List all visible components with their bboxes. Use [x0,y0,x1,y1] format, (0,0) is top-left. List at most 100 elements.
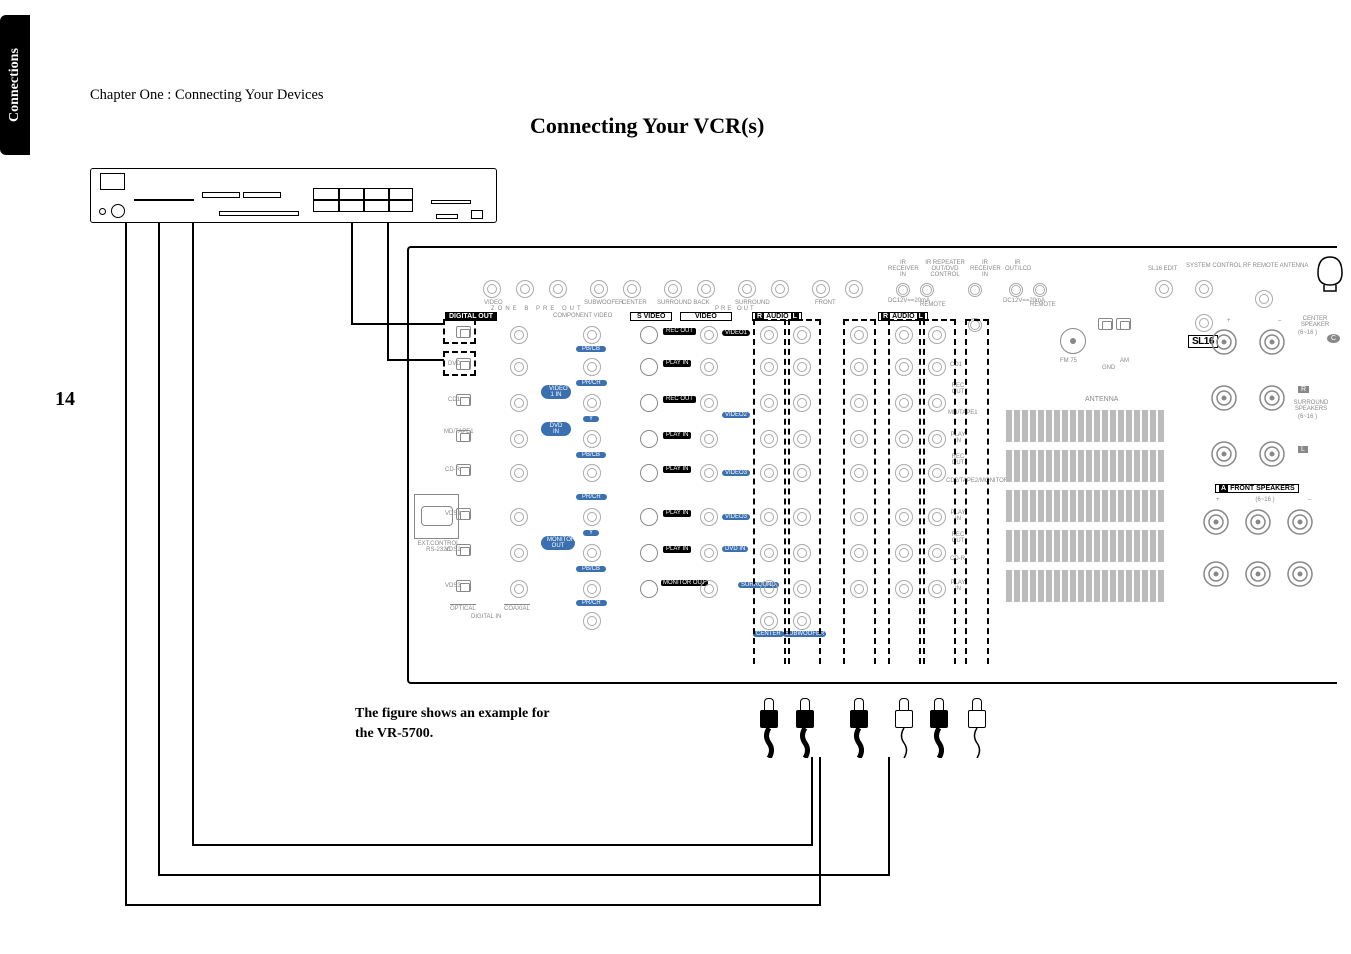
heatsink-icon [1006,490,1164,522]
jack-icon [700,326,718,344]
jack-icon [700,358,718,376]
y-pill: Y [583,530,599,536]
highlight-box [923,319,956,664]
highlight-box [443,351,476,376]
cable-line [158,223,160,876]
label-mdtape1: MD/TAPE1 [444,429,458,435]
label-remote: REMOTE [920,302,946,308]
sl16-edit-label: SL16 EDIT [1148,266,1177,272]
pbcb-pill: PB/CB [576,452,606,458]
jack-icon [590,280,608,298]
rs232-port [421,506,453,526]
jack-icon [920,283,934,297]
highlight-box [888,319,921,664]
binding-post-icon [1258,328,1286,361]
video3-pill: VIDEO3 [722,514,750,520]
jack-icon [1155,280,1173,298]
jack-icon [510,430,528,448]
label-center: CENTER [622,300,647,306]
vcr-detail [134,199,194,201]
dvdin-pill: DVD IN [541,422,571,436]
playin-label: PLAY IN [663,360,691,367]
section-tab: Connections [0,15,30,155]
prcr-pill: PR/CR [576,494,607,500]
svideo-header: S VIDEO [630,312,672,321]
cable-line [158,874,890,876]
label-ir-repeater: IR REPEATER OUT/DVD CONTROL [925,260,965,278]
jack-icon [738,280,756,298]
cable-line [811,757,813,846]
svideo-jack [640,508,658,526]
minus-label: – [1308,497,1311,503]
am-loop-antenna-icon [1314,255,1346,293]
label-dc12v: DC12V==20mA [1003,298,1028,304]
rf-remote-jack [1255,290,1273,308]
minus-label: – [1278,318,1281,324]
svideo-jack [640,326,658,344]
jack-icon [623,280,641,298]
vcr-detail [436,214,458,219]
svideo-jack [640,394,658,412]
binding-post-icon [1202,508,1230,541]
highlight-box [443,319,476,344]
vcr-detail [471,210,483,219]
label-ir-receiver-in: IR RECEIVER IN [888,260,918,278]
am-terminal [1116,318,1131,330]
cable-line [387,223,389,361]
cable-line [192,223,194,846]
vcr-detail [313,199,413,201]
fm-antenna-jack [1060,328,1086,354]
coaxial-label: COAXIAL [504,604,530,612]
label-surroundback: SURROUND BACK [657,300,710,306]
binding-post-icon [1258,440,1286,473]
label-subwoofer: SUBWOOFER [584,300,623,306]
highlight-box [753,319,786,664]
binding-post-icon [1210,328,1238,361]
cable-line [192,844,812,846]
jack-icon [1033,283,1047,297]
video2-pill: VIDEO2 [722,412,750,418]
jack-icon [700,464,718,482]
plus-label: + [1216,497,1220,503]
rca-plug-icon [895,698,913,758]
highlight-box [843,319,876,664]
video-header: VIDEO [680,312,732,321]
jack-icon [700,394,718,412]
binding-post-icon [1258,384,1286,417]
heatsink-icon [1006,410,1164,442]
pbcb-pill: PB/CB [576,346,606,352]
jack-icon [968,283,982,297]
figure-caption: The figure shows an example for the VR-5… [355,704,550,743]
rca-plug-icon [930,698,948,758]
label-zoneb: ZONE B PRE OUT [491,306,584,312]
binding-post-icon [1244,560,1272,593]
vcr-detail [243,192,281,198]
svideo-jack [640,430,658,448]
jack-icon [510,544,528,562]
jack-icon [583,358,601,376]
video3-pill: VIDEO3 [722,470,750,476]
cable-line [125,904,821,906]
rca-plug-icon [796,698,814,758]
label-front: FRONT [815,300,836,306]
monitorout-pill: MONITOR OUT [541,536,575,550]
jack-icon [700,580,718,598]
jack-icon [583,612,601,630]
playin-label: PLAY IN [663,432,691,439]
optical-label: OPTICAL [450,604,476,612]
jack-icon [583,508,601,526]
jack-icon [483,280,501,298]
y-pill: Y [583,416,599,422]
label-remote: REMOTE [1030,302,1056,308]
label-vds3: VDS3 [445,583,461,589]
rca-plug-icon [850,698,868,758]
binding-post-icon [1210,384,1238,417]
jack-icon [896,283,910,297]
binding-post-icon [1286,508,1314,541]
svideo-jack [640,464,658,482]
impedance-label: (6~16 ) [1298,414,1317,420]
fm-label: FM 75 [1060,358,1077,364]
antenna-label: ANTENNA [1085,396,1118,403]
page-title: Connecting Your VCR(s) [530,113,764,139]
binding-post-icon [1210,440,1238,473]
